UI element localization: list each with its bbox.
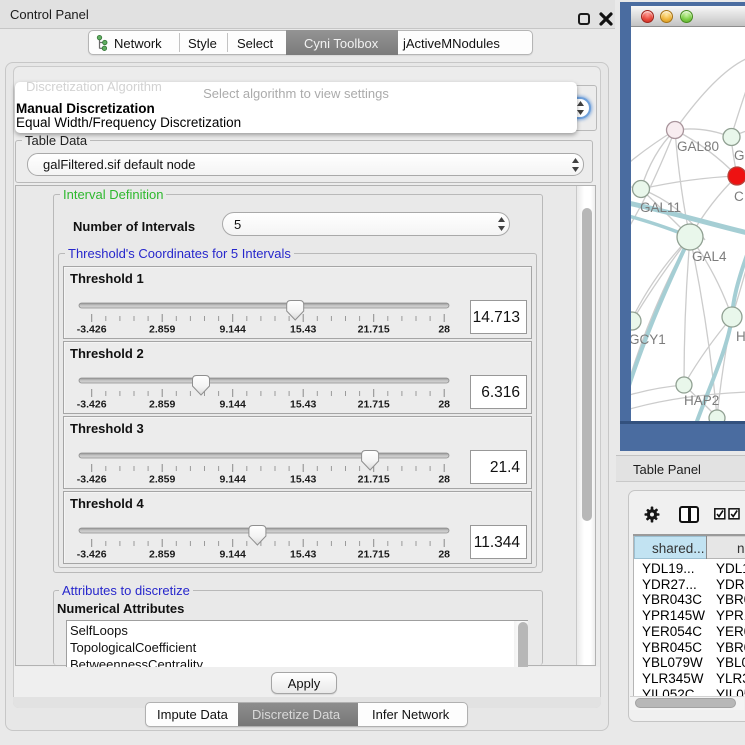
svg-text:GCY1: GCY1 — [631, 332, 666, 347]
svg-text:21.715: 21.715 — [358, 474, 390, 486]
svg-text:HAP2: HAP2 — [684, 393, 719, 408]
svg-text:28: 28 — [438, 474, 450, 486]
svg-text:15.43: 15.43 — [290, 399, 316, 411]
svg-text:28: 28 — [438, 399, 450, 411]
svg-text:2.859: 2.859 — [149, 399, 175, 411]
svg-text:-3.426: -3.426 — [77, 549, 107, 561]
svg-text:9.144: 9.144 — [220, 399, 246, 411]
svg-text:9.144: 9.144 — [220, 324, 246, 336]
svg-text:-3.426: -3.426 — [77, 324, 107, 336]
svg-text:GAL4: GAL4 — [692, 249, 727, 264]
svg-text:C: C — [734, 189, 744, 204]
svg-text:-3.426: -3.426 — [77, 474, 107, 486]
svg-text:GAL80: GAL80 — [677, 139, 719, 154]
svg-text:28: 28 — [438, 549, 450, 561]
svg-text:21.715: 21.715 — [358, 399, 390, 411]
svg-text:2.859: 2.859 — [149, 549, 175, 561]
svg-text:28: 28 — [438, 324, 450, 336]
svg-text:15.43: 15.43 — [290, 474, 316, 486]
svg-text:G.: G. — [734, 148, 745, 163]
svg-text:15.43: 15.43 — [290, 324, 316, 336]
svg-text:H: H — [736, 329, 745, 344]
svg-text:9.144: 9.144 — [220, 474, 246, 486]
svg-text:9.144: 9.144 — [220, 549, 246, 561]
svg-text:15.43: 15.43 — [290, 549, 316, 561]
svg-text:21.715: 21.715 — [358, 324, 390, 336]
svg-text:2.859: 2.859 — [149, 474, 175, 486]
svg-text:GAL11: GAL11 — [640, 200, 681, 215]
svg-text:-3.426: -3.426 — [77, 399, 107, 411]
svg-text:21.715: 21.715 — [358, 549, 390, 561]
svg-text:2.859: 2.859 — [149, 324, 175, 336]
